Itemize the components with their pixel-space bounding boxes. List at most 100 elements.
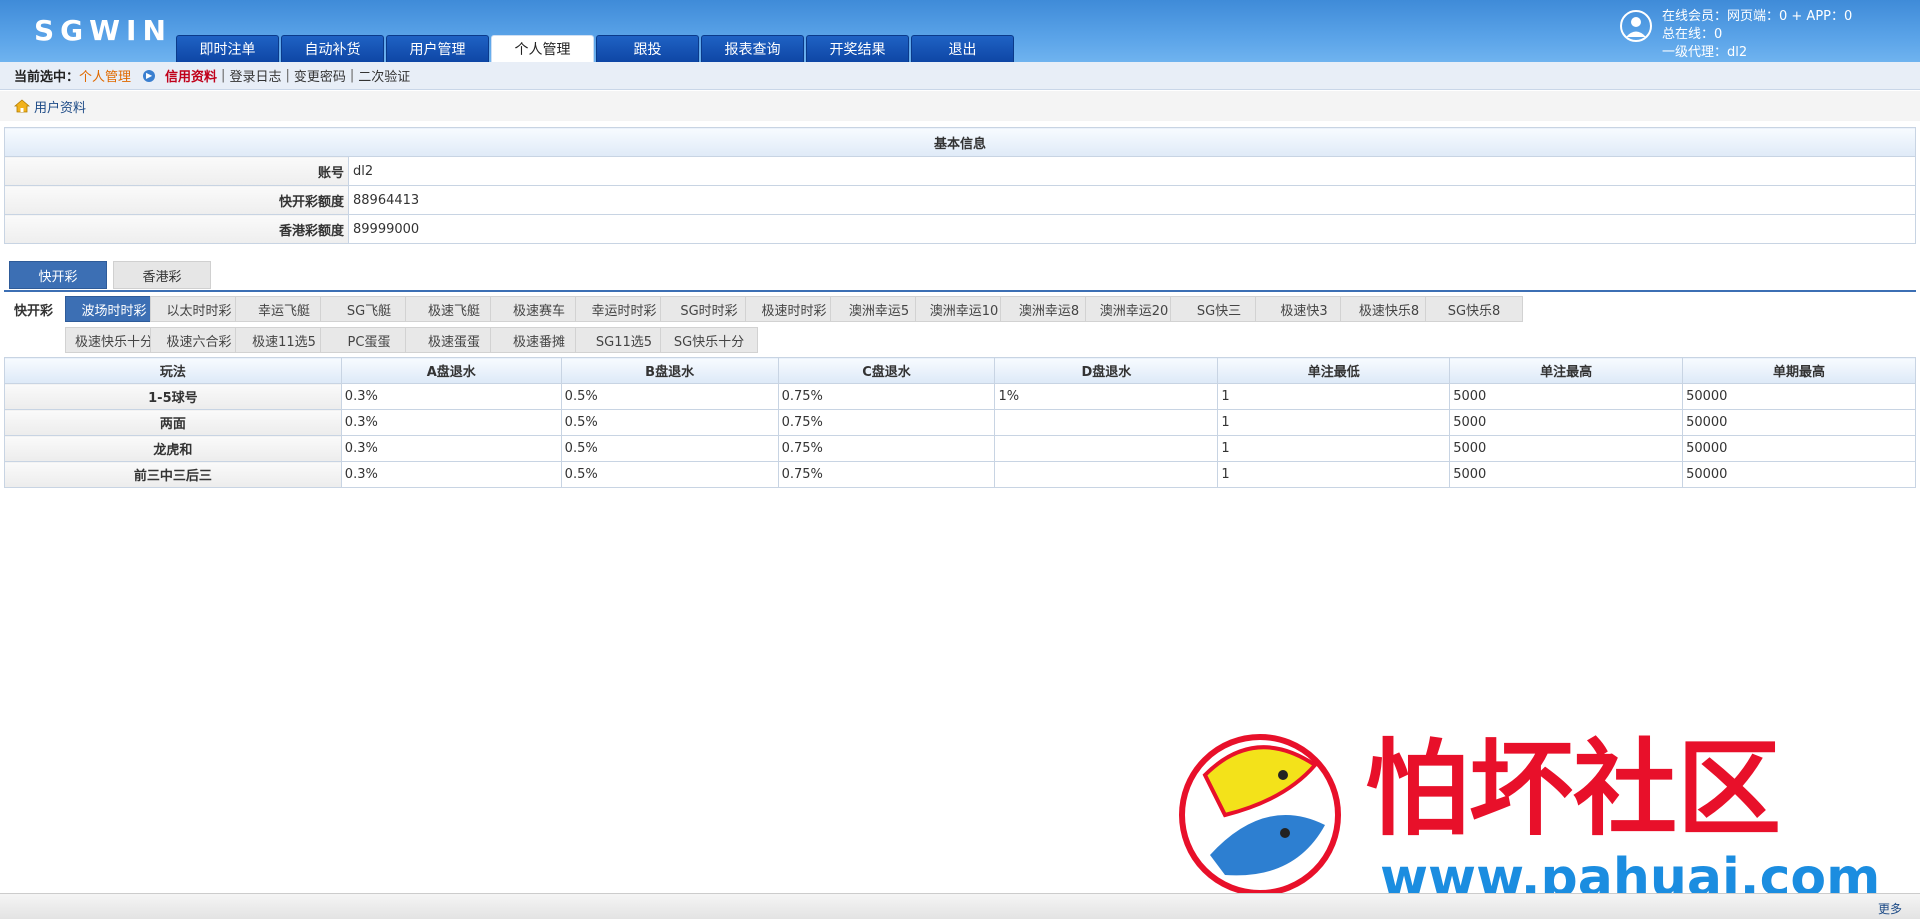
rate-cell: 0.75% bbox=[777, 461, 996, 488]
game-button[interactable]: 澳洲幸运8 bbox=[1000, 296, 1098, 322]
game-button[interactable]: 澳洲幸运5 bbox=[830, 296, 928, 322]
game-button[interactable]: SG时时彩 bbox=[660, 296, 758, 322]
tab-hongkong-lottery[interactable]: 香港彩 bbox=[113, 261, 211, 289]
main-nav: 即时注单 自动补货 用户管理 个人管理 跟投 报表查询 开奖结果 退出 bbox=[176, 35, 1016, 62]
nav-tab-auto-replenish[interactable]: 自动补货 bbox=[281, 35, 384, 62]
game-button[interactable]: SG快乐十分 bbox=[660, 327, 758, 353]
tab-fast-lottery[interactable]: 快开彩 bbox=[9, 261, 107, 289]
nav-tab-reports[interactable]: 报表查询 bbox=[701, 35, 804, 62]
table-header-row: 玩法 A盘退水 B盘退水 C盘退水 D盘退水 单注最低 单注最高 单期最高 bbox=[4, 357, 1916, 384]
rate-cell: 0.5% bbox=[560, 435, 779, 462]
watermark-title: 怕坏社区 bbox=[1365, 728, 1781, 850]
game-button[interactable]: 极速六合彩 bbox=[150, 327, 248, 353]
rate-cell: 1 bbox=[1217, 435, 1451, 462]
game-button[interactable]: 澳洲幸运10 bbox=[915, 296, 1013, 322]
game-button[interactable]: 幸运飞艇 bbox=[235, 296, 333, 322]
rate-play-name: 龙虎和 bbox=[4, 435, 342, 462]
rate-cell bbox=[994, 461, 1219, 488]
rate-cell: 5000 bbox=[1449, 409, 1684, 436]
nav-tab-logout[interactable]: 退出 bbox=[911, 35, 1014, 62]
rate-cell: 50000 bbox=[1682, 383, 1916, 410]
game-button[interactable]: SG快三 bbox=[1170, 296, 1268, 322]
breadcrumb-current: 个人管理 bbox=[79, 70, 132, 85]
game-button[interactable]: 以太时时彩 bbox=[150, 296, 248, 322]
agent-level: 一级代理：dl2 bbox=[1662, 45, 1748, 60]
nav-tab-follow[interactable]: 跟投 bbox=[596, 35, 699, 62]
online-members: 在线会员：网页端：0 + APP：0 bbox=[1662, 9, 1853, 24]
watermark-logo: 怕坏社区 www.pahuai.com bbox=[1179, 728, 1880, 905]
online-total: 总在线：0 bbox=[1662, 27, 1723, 42]
link-credit-info[interactable]: 信用资料 bbox=[165, 66, 217, 85]
info-key: 香港彩额度 bbox=[4, 214, 349, 244]
home-icon bbox=[14, 99, 30, 113]
breadcrumb: 当前选中： 个人管理 ▶ 信用资料 | 登录日志 | 变更密码 | 二次验证 bbox=[0, 62, 1920, 90]
section-title: 用户资料 bbox=[34, 100, 87, 116]
rate-cell: 50000 bbox=[1682, 409, 1916, 436]
link-login-log[interactable]: 登录日志 bbox=[229, 66, 281, 85]
game-button[interactable]: 极速飞艇 bbox=[405, 296, 503, 322]
col-header: 单期最高 bbox=[1682, 357, 1916, 384]
rate-cell: 0.75% bbox=[777, 435, 996, 462]
basic-info-table: 基本信息 账号 dl2 快开彩额度 88964413 香港彩额度 8999900… bbox=[4, 127, 1916, 244]
game-button[interactable]: 极速快乐8 bbox=[1340, 296, 1438, 322]
game-button[interactable]: 极速蛋蛋 bbox=[405, 327, 503, 353]
table-row: 快开彩额度 88964413 bbox=[4, 185, 1916, 215]
rate-cell: 1% bbox=[994, 383, 1219, 410]
rate-cell: 0.3% bbox=[340, 435, 562, 462]
footer-bar: 更多 bbox=[0, 893, 1920, 919]
fish-icon bbox=[1179, 734, 1341, 896]
info-key: 账号 bbox=[4, 156, 349, 186]
game-button[interactable]: SG快乐8 bbox=[1425, 296, 1523, 322]
game-button[interactable]: SG11选5 bbox=[575, 327, 673, 353]
game-button[interactable]: 澳洲幸运20 bbox=[1085, 296, 1183, 322]
section-header: 用户资料 bbox=[0, 91, 1920, 121]
nav-tab-draw-results[interactable]: 开奖结果 bbox=[806, 35, 909, 62]
logo: SGWIN bbox=[34, 14, 172, 47]
game-group-label: 快开彩 bbox=[14, 304, 54, 319]
game-button[interactable]: 极速快乐十分 bbox=[65, 327, 163, 353]
rate-cell: 0.3% bbox=[340, 409, 562, 436]
col-header: 单注最高 bbox=[1449, 357, 1684, 384]
game-button[interactable]: 极速时时彩 bbox=[745, 296, 843, 322]
col-header: 玩法 bbox=[4, 357, 342, 384]
info-value: 88964413 bbox=[348, 185, 1916, 215]
game-button[interactable]: 极速番摊 bbox=[490, 327, 588, 353]
rate-cell bbox=[994, 435, 1219, 462]
user-avatar-icon bbox=[1620, 10, 1652, 42]
col-header: A盘退水 bbox=[340, 357, 562, 384]
rate-play-name: 1-5球号 bbox=[4, 383, 342, 410]
rebate-table: 玩法 A盘退水 B盘退水 C盘退水 D盘退水 单注最低 单注最高 单期最高 1-… bbox=[4, 357, 1916, 488]
link-change-password[interactable]: 变更密码 bbox=[294, 66, 346, 85]
link-two-factor[interactable]: 二次验证 bbox=[358, 66, 410, 85]
table-row: 两面 0.3% 0.5% 0.75% 1 5000 50000 bbox=[4, 409, 1916, 436]
rate-cell: 0.5% bbox=[560, 383, 779, 410]
breadcrumb-label: 当前选中： bbox=[14, 70, 80, 85]
col-header: C盘退水 bbox=[777, 357, 996, 384]
game-button[interactable]: 极速11选5 bbox=[235, 327, 333, 353]
info-value: 89999000 bbox=[348, 214, 1916, 244]
table-row: 1-5球号 0.3% 0.5% 0.75% 1% 1 5000 50000 bbox=[4, 383, 1916, 410]
nav-tab-instant-bets[interactable]: 即时注单 bbox=[176, 35, 279, 62]
rate-cell: 5000 bbox=[1449, 435, 1684, 462]
game-button[interactable]: PC蛋蛋 bbox=[320, 327, 418, 353]
play-icon: ▶ bbox=[143, 69, 156, 82]
col-header: B盘退水 bbox=[560, 357, 779, 384]
game-selector: 快开彩 波场时时彩 以太时时彩 幸运飞艇 SG飞艇 极速飞艇 极速赛车 幸运时时彩 SG时时彩… bbox=[4, 290, 1916, 355]
game-button[interactable]: 波场时时彩 bbox=[65, 296, 163, 322]
more-link[interactable]: 更多 bbox=[1878, 900, 1902, 917]
game-button[interactable]: 极速赛车 bbox=[490, 296, 588, 322]
rate-cell: 1 bbox=[1217, 461, 1451, 488]
rate-cell: 1 bbox=[1217, 409, 1451, 436]
rate-cell: 50000 bbox=[1682, 435, 1916, 462]
rate-cell: 1 bbox=[1217, 383, 1451, 410]
rate-cell: 5000 bbox=[1449, 461, 1684, 488]
col-header: D盘退水 bbox=[994, 357, 1219, 384]
nav-tab-personal-management[interactable]: 个人管理 bbox=[491, 35, 594, 62]
game-button[interactable]: 极速快3 bbox=[1255, 296, 1353, 322]
separator: | bbox=[349, 68, 355, 83]
game-button[interactable]: SG飞艇 bbox=[320, 296, 418, 322]
table-row: 账号 dl2 bbox=[4, 156, 1916, 186]
rate-cell: 0.75% bbox=[777, 383, 996, 410]
game-button[interactable]: 幸运时时彩 bbox=[575, 296, 673, 322]
nav-tab-user-management[interactable]: 用户管理 bbox=[386, 35, 489, 62]
